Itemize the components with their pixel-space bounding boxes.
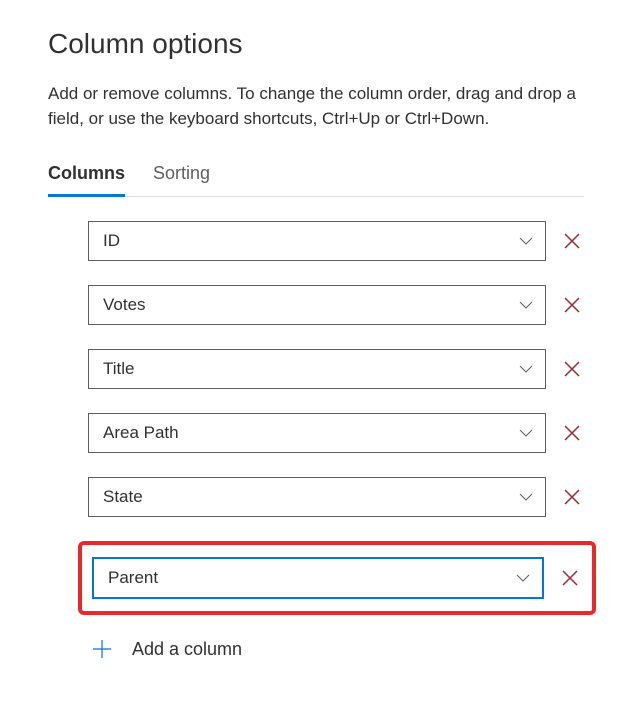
column-row: Title xyxy=(88,349,584,389)
column-row: Area Path xyxy=(88,413,584,453)
plus-icon xyxy=(88,635,116,663)
chevron-down-icon xyxy=(519,298,533,312)
column-select-votes[interactable]: Votes xyxy=(88,285,546,325)
highlighted-row-annotation: Parent xyxy=(78,541,596,615)
column-value: ID xyxy=(103,231,120,251)
column-value: Parent xyxy=(108,568,158,588)
chevron-down-icon xyxy=(519,490,533,504)
remove-column-button[interactable] xyxy=(560,485,584,509)
column-value: Title xyxy=(103,359,135,379)
tab-sorting[interactable]: Sorting xyxy=(153,163,210,197)
chevron-down-icon xyxy=(516,571,530,585)
remove-column-button[interactable] xyxy=(560,293,584,317)
column-select-parent[interactable]: Parent xyxy=(92,557,544,599)
close-icon xyxy=(562,359,582,379)
page-description: Add or remove columns. To change the col… xyxy=(48,82,584,131)
remove-column-button[interactable] xyxy=(560,421,584,445)
remove-column-button[interactable] xyxy=(560,229,584,253)
close-icon xyxy=(560,568,580,588)
column-value: Votes xyxy=(103,295,146,315)
column-row: ID xyxy=(88,221,584,261)
chevron-down-icon xyxy=(519,234,533,248)
column-select-title[interactable]: Title xyxy=(88,349,546,389)
add-column-button[interactable]: Add a column xyxy=(88,635,584,663)
chevron-down-icon xyxy=(519,362,533,376)
chevron-down-icon xyxy=(519,426,533,440)
column-row: State xyxy=(88,477,584,517)
close-icon xyxy=(562,487,582,507)
remove-column-button[interactable] xyxy=(560,357,584,381)
close-icon xyxy=(562,423,582,443)
add-column-label: Add a column xyxy=(132,639,242,660)
column-row: Parent xyxy=(84,557,582,599)
column-select-id[interactable]: ID xyxy=(88,221,546,261)
tabs: Columns Sorting xyxy=(48,163,584,197)
column-value: State xyxy=(103,487,143,507)
columns-list: ID Votes Title xyxy=(48,221,584,663)
column-select-area-path[interactable]: Area Path xyxy=(88,413,546,453)
tab-columns[interactable]: Columns xyxy=(48,163,125,197)
column-value: Area Path xyxy=(103,423,179,443)
remove-column-button[interactable] xyxy=(558,566,582,590)
column-row: Votes xyxy=(88,285,584,325)
page-title: Column options xyxy=(48,28,584,60)
close-icon xyxy=(562,295,582,315)
close-icon xyxy=(562,231,582,251)
column-select-state[interactable]: State xyxy=(88,477,546,517)
